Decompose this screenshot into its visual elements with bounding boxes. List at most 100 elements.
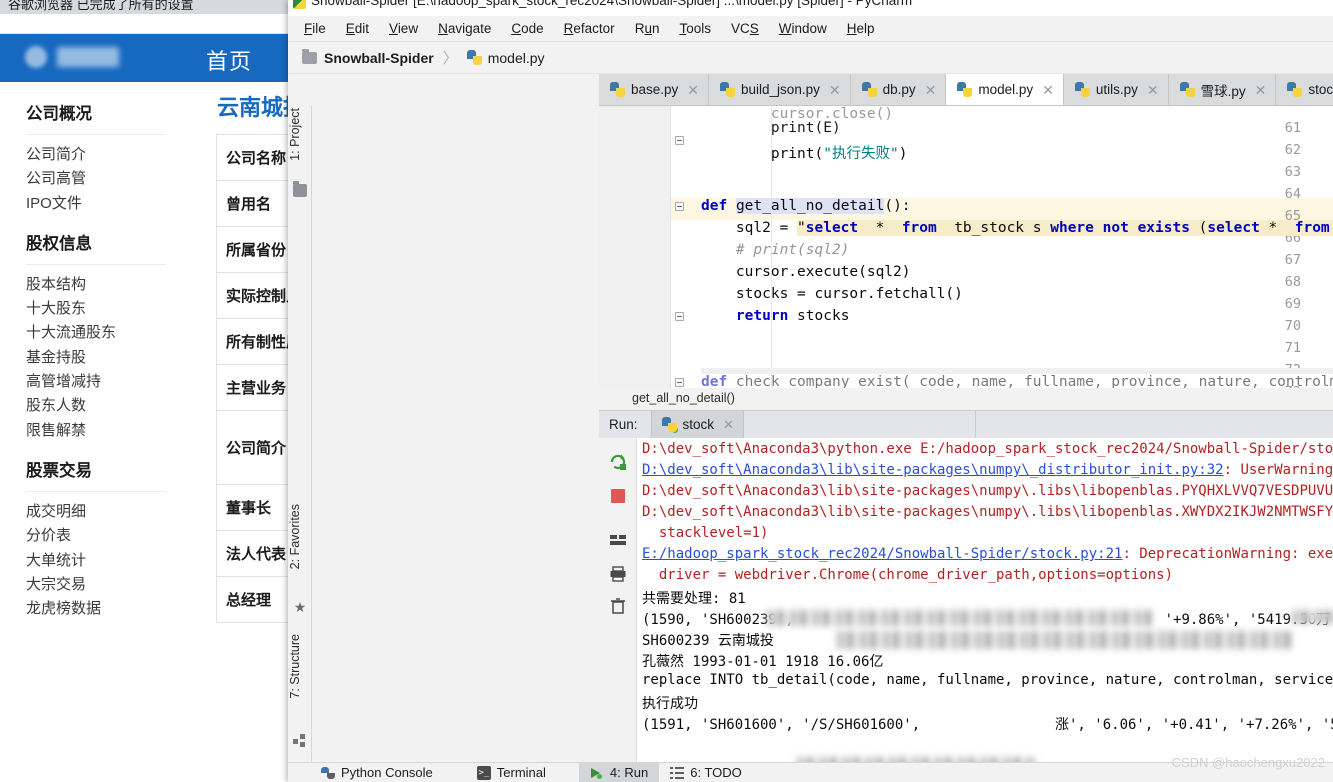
close-icon[interactable]: ✕ [723, 417, 734, 433]
rerun-icon[interactable] [608, 452, 628, 472]
sidebar-group: 股票交易 成交明细 分价表 大单统计 大宗交易 龙虎榜数据 [26, 449, 200, 621]
console-link[interactable]: E:/hadoop_spark_stock_rec2024/Snowball-S… [642, 546, 1122, 562]
sidebar-item-2-1[interactable]: 分价表 [26, 524, 200, 548]
breadcrumb-project[interactable]: Snowball-Spider [324, 50, 434, 66]
menu-item-edit[interactable]: Edit [336, 18, 379, 39]
fold-marker-icon[interactable] [675, 202, 684, 211]
menu-item-view[interactable]: View [379, 18, 428, 39]
code-line-68: cursor.execute(sql2) [701, 264, 911, 280]
console-line[interactable]: E:/hadoop_spark_stock_rec2024/Snowball-S… [642, 546, 1333, 562]
console-line[interactable]: D:\dev_soft\Anaconda3\lib\site-packages\… [642, 462, 1333, 478]
sidebar-item-0-1[interactable]: 公司高管 [26, 167, 200, 191]
sidebar-item-1-1[interactable]: 十大股东 [26, 297, 200, 321]
site-navbar: 首页 [0, 34, 292, 82]
close-icon[interactable]: ✕ [1255, 83, 1267, 97]
nav-item-home[interactable]: 首页 [206, 44, 252, 76]
close-icon[interactable]: ✕ [687, 83, 699, 97]
code-line-62: print("执行失败") [701, 146, 908, 162]
close-icon[interactable]: ✕ [829, 83, 841, 97]
editor-tab-label: utils.py [1095, 82, 1138, 97]
editor-breadcrumb-label[interactable]: get_all_no_detail() [632, 391, 735, 405]
menu-item-run[interactable]: Run [625, 18, 670, 39]
scroll-clip-band [701, 368, 1333, 374]
code-line-69: stocks = cursor.fetchall() [701, 286, 963, 302]
status-bar-button-label: Python Console [341, 765, 433, 780]
company-info-table: 公司名称曾用名所属省份实际控制人所有制性质主营业务公司简介董事长法人代表总经理 [216, 134, 292, 623]
run-toolbar [599, 438, 670, 774]
code-line-66: sql2 = "select * from tb_stock s where n… [701, 220, 1333, 236]
console-line: 孔薇然 1993-01-01 1918 16.06亿 [642, 654, 884, 670]
sidebar-group-heading: 股权信息 [26, 234, 92, 253]
sidebar-item-1-5[interactable]: 股东人数 [26, 394, 200, 418]
sidebar-item-1-6[interactable]: 限售解禁 [26, 419, 200, 443]
sidebar-item-1-3[interactable]: 基金持股 [26, 346, 200, 370]
editor-tab-db-py[interactable]: db.py ✕ [850, 74, 947, 105]
code-line-61: print(E) [701, 120, 841, 136]
table-row-label: 公司简介 [217, 411, 292, 484]
close-icon[interactable]: ✕ [1042, 83, 1054, 97]
sidebar-item-structure[interactable]: 7: Structure [288, 634, 312, 699]
editor-tab-雪球-py[interactable]: 雪球.py ✕ [1168, 74, 1277, 105]
watermark: CSDN @haochengxu2022 [1171, 755, 1325, 770]
menu-item-file[interactable]: File [294, 18, 336, 39]
stop-icon[interactable] [608, 486, 628, 506]
table-row-label: 主营业务 [217, 365, 292, 410]
site-content: 云南城投 公司名称曾用名所属省份实际控制人所有制性质主营业务公司简介董事长法人代… [200, 82, 292, 782]
menu-item-window[interactable]: Window [769, 18, 837, 39]
sidebar-item-1-0[interactable]: 股本结构 [26, 273, 200, 297]
python-console-icon [321, 766, 335, 780]
sidebar-item-0-2[interactable]: IPO文件 [26, 192, 200, 216]
sidebar-item-0-0[interactable]: 公司简介 [26, 143, 200, 167]
console-line: 共需要处理: 81 [642, 591, 746, 607]
editor-tab-label: model.py [978, 82, 1034, 97]
trash-icon[interactable] [608, 596, 628, 616]
status-bar-button-4-run[interactable]: 4: Run [578, 762, 660, 782]
close-icon[interactable]: ✕ [925, 83, 937, 97]
print-icon[interactable] [608, 564, 628, 584]
fold-marker-icon[interactable] [675, 378, 684, 387]
run-play-icon [590, 766, 604, 780]
editor-tab-build_json-py[interactable]: build_json.py ✕ [709, 74, 851, 105]
menu-item-refactor[interactable]: Refactor [554, 18, 625, 39]
code-editor[interactable]: 61626364656667686970717273 cursor.close(… [599, 106, 1333, 388]
sidebar-item-2-4[interactable]: 龙虎榜数据 [26, 597, 200, 621]
menu-item-code[interactable]: Code [501, 18, 553, 39]
soft-wrap-icon[interactable] [608, 530, 628, 550]
status-bar-button-6-todo[interactable]: 6: TODO [659, 763, 753, 782]
run-console-output[interactable]: D:\dev_soft\Anaconda3\python.exe E:/hado… [637, 438, 1333, 774]
editor-tab-base-py[interactable]: base.py ✕ [599, 74, 710, 105]
sidebar-item-1-4[interactable]: 高管增减持 [26, 370, 200, 394]
python-file-icon [861, 82, 877, 97]
editor-tab-model-py[interactable]: model.py ✕ [946, 74, 1064, 105]
table-row: 公司名称 [217, 135, 292, 181]
table-row-label: 曾用名 [217, 181, 292, 226]
editor-tab-label: stock.py [1308, 82, 1333, 97]
sidebar-item-favorites[interactable]: 2: Favorites [288, 504, 312, 569]
sidebar-item-project[interactable]: 1: Project [288, 108, 312, 161]
site-logo-text [57, 47, 119, 67]
status-bar-button-python-console[interactable]: Python Console [310, 763, 444, 782]
menu-item-vcs[interactable]: VCS [721, 18, 769, 39]
redacted-text-region [767, 610, 1152, 626]
close-icon[interactable]: ✕ [1147, 83, 1159, 97]
sidebar-item-2-0[interactable]: 成交明细 [26, 500, 200, 524]
python-file-icon [1179, 82, 1195, 97]
editor-tab-stock-py[interactable]: stock.py✕ [1276, 74, 1333, 105]
menu-item-tools[interactable]: Tools [669, 18, 721, 39]
breadcrumb-file[interactable]: model.py [488, 50, 545, 66]
menu-item-navigate[interactable]: Navigate [428, 18, 501, 39]
editor-tab-utils-py[interactable]: utils.py ✕ [1063, 74, 1169, 105]
left-tool-window-strip: 1: Project 2: Favorites ★ 7: Structure [288, 106, 312, 782]
menu-item-help[interactable]: Help [837, 18, 885, 39]
sidebar-item-2-3[interactable]: 大宗交易 [26, 573, 200, 597]
fold-marker-icon[interactable] [675, 136, 684, 145]
sidebar-item-1-2[interactable]: 十大流通股东 [26, 321, 200, 345]
sidebar-group: 股权信息股本结构 十大股东 十大流通股东 基金持股 高管增减持 股东人数 限售解禁 [26, 222, 200, 443]
status-bar-button-terminal[interactable]: >_ Terminal [466, 763, 557, 782]
sidebar-item-2-2[interactable]: 大单统计 [26, 549, 200, 573]
fold-marker-icon[interactable] [675, 312, 684, 321]
run-tab-stock[interactable]: stock ✕ [650, 411, 744, 438]
console-link[interactable]: D:\dev_soft\Anaconda3\lib\site-packages\… [642, 462, 1224, 478]
structure-icon [293, 734, 307, 747]
redacted-text-region [837, 631, 1292, 649]
